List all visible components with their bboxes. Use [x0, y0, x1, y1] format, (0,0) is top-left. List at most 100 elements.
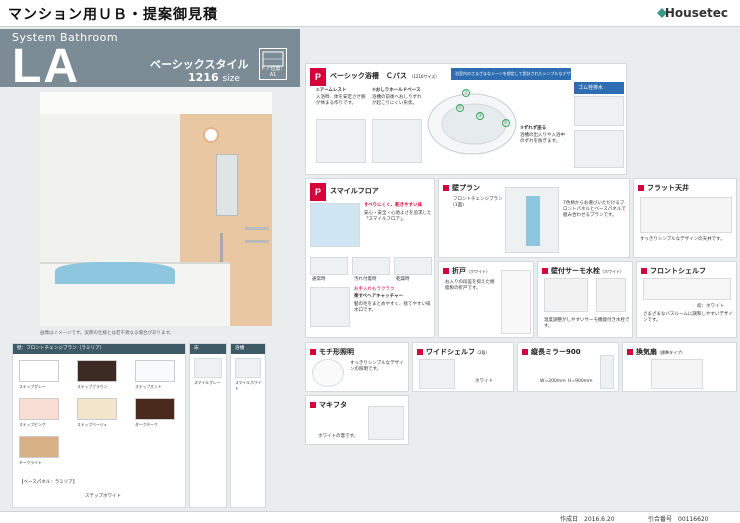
vent-title: 換気扇（標準タイプ）	[627, 347, 685, 357]
document-title: マンション用ＵＢ・提案御見積	[8, 7, 218, 23]
feature-faucet: 壁付サーモ水栓（ホワイト） 温度調整がしやすいサーモ機能付き水栓です。	[537, 261, 633, 338]
color-swatch	[77, 360, 117, 382]
floor-state3-image	[394, 257, 432, 275]
hair-catcher-text: 髪の毛をまとめやすく、捨てやすい排水口です。	[354, 302, 431, 314]
hold-base-image	[372, 119, 422, 163]
tub-title: ベーシック浴槽 Ｃバス （1216サイズ）	[330, 72, 440, 80]
feature-floor: P スマイルフロア すべりにくく、乾きやすい床 安心・安全・心地よさを追求した「…	[305, 178, 435, 338]
color-swatch	[19, 360, 59, 382]
color-swatch	[135, 398, 175, 420]
shelf-image	[643, 278, 731, 300]
ceiling-image	[640, 197, 732, 233]
feature-wide-shelf: ワイドシェルフ（2段） ホワイト	[412, 342, 514, 392]
ceiling-title: フラット天井	[638, 183, 689, 193]
vent-image	[651, 359, 703, 389]
color-swatch	[77, 398, 117, 420]
feature-ventilation: 換気扇（標準タイプ）	[622, 342, 737, 392]
floor-swatch	[194, 358, 222, 378]
floor-color-header: 床	[190, 344, 226, 354]
wall-color-header: 壁：フロントチェンジプラン（ラミリア）	[13, 344, 185, 354]
point-badge: P	[310, 183, 326, 201]
faucet-title: 壁付サーモ水栓（ホワイト）	[542, 266, 624, 276]
door-position-label: ドア位置：A1	[260, 66, 286, 78]
color-tub-panel: 浴槽 スマイルホワイト	[230, 343, 266, 508]
wide-shelf-title: ワイドシェルフ（2段）	[417, 347, 490, 357]
shower-head-image	[596, 278, 626, 312]
hair-catcher-image	[310, 287, 350, 327]
wide-shelf-color: ホワイト	[475, 379, 493, 384]
drain-label: ゴム栓排水	[574, 82, 624, 94]
point-badge: P	[310, 68, 326, 86]
color-floor-panel: 床 スマイルグレー	[189, 343, 227, 508]
feature-mirror: 縦長ミラー900 W=200mm H=900mm	[517, 342, 619, 392]
footer: 作成日 2016.6.20 引合番号 00116620	[0, 511, 740, 523]
light-title: モチ形照明	[310, 347, 354, 357]
lid-image	[368, 406, 404, 440]
color-wall-panel: 壁：フロントチェンジプラン（ラミリア） ステップグレー ステップブラウン ステップミ…	[12, 343, 186, 508]
door-image	[501, 270, 531, 334]
wall-plan-text: 7色柄からお選びいただけるフロントパネルとベースパネルで組み合わせるプランです。	[563, 201, 626, 219]
mirror-height: H=900mm	[568, 379, 593, 384]
tub-color-name: スマイルホワイト	[235, 380, 262, 391]
floor-state1-label: 通常時	[312, 277, 326, 282]
tub-point1-text: 入浴時、体を安定させ腕が休まる作りです。	[316, 95, 366, 107]
floor-state2-label: 汚れ付着時	[354, 277, 377, 282]
color-swatch-label: ステップピンク	[19, 422, 46, 427]
shelf-title: フロントシェルフ	[641, 266, 706, 276]
base-panel-color: ステップホワイト	[85, 494, 121, 499]
light-text: すっきりシンプルなデザインの照明です。	[350, 361, 404, 373]
creation-date: 作成日 2016.6.20	[560, 516, 615, 523]
drain-image	[574, 96, 624, 126]
quote-number: 引合番号 00116620	[648, 516, 709, 523]
color-swatch-label: ステップミント	[135, 384, 162, 389]
armrest-image	[316, 119, 366, 163]
drain-stopper-image	[574, 130, 624, 168]
ceiling-text: すっきりシンプルなデザインの天井です。	[640, 237, 725, 242]
shelf-text: さまざまなバスルームに調和しやすいデザインです。	[643, 312, 733, 324]
feature-door: 折戸（ホワイト） お入りの段差を抑えた樹脂製の折戸です。	[438, 261, 534, 338]
floor-text: 安心・安全・心地よさを追求した「スマイルフロア」。	[364, 211, 432, 223]
wide-shelf-image	[419, 359, 455, 389]
tub-point2-text: 浴槽の前後へおしりずれが起こりにくい形状。	[372, 95, 422, 107]
color-swatch-label: ダークチーク	[135, 422, 158, 427]
tub-color-header: 浴槽	[231, 344, 265, 354]
tub-swatch	[235, 358, 261, 378]
wall-plan-name: フロントチェンジプラン(1面)	[453, 197, 503, 209]
floor-state1-image	[310, 257, 348, 275]
base-panel-label: 【ベースパネル：ラミリア】	[19, 480, 78, 485]
color-swatch-label: ステップベージュ	[77, 422, 108, 427]
light-image	[312, 359, 344, 387]
tub-point3-title: ③ずれず座る	[520, 126, 547, 131]
door-title: 折戸（ホワイト）	[443, 266, 490, 276]
lid-text: ホワイトの蓋です。	[318, 434, 359, 439]
mirror-image	[600, 355, 614, 389]
feature-flat-ceiling: フラット天井 すっきりシンプルなデザインの天井です。	[633, 178, 737, 258]
tub-point3-text: 浴槽の出入りや入浴中のずれを防ぎます。	[520, 133, 565, 145]
mirror-shape	[216, 154, 238, 216]
floor-headline: すべりにくく、乾きやすい床	[364, 203, 423, 208]
color-swatch-label: チークライト	[19, 460, 42, 465]
wall-plan-diagram	[505, 187, 559, 253]
wall-title: 壁プラン	[443, 183, 480, 193]
style-name: ベーシックスタイル	[150, 58, 249, 71]
floor-color-name: スマイルグレー	[194, 380, 221, 385]
color-swatch-label: ステップブラウン	[77, 384, 108, 389]
tub-point2-title: ②おしりホールドベース	[372, 88, 421, 93]
feature-lid: マキフタ ホワイトの蓋です。	[305, 395, 409, 445]
feature-light: モチ形照明 すっきりシンプルなデザインの照明です。	[305, 342, 409, 392]
bathroom-photo	[40, 92, 272, 326]
style-size: 1216 size	[188, 71, 240, 84]
faucet-text: 温度調整がしやすいサーモ機能付き水栓です。	[544, 318, 630, 330]
color-swatch-label: ステップグレー	[19, 384, 46, 389]
floor-state3-label: 乾燥時	[396, 277, 410, 282]
door-text: お入りの段差を抑えた樹脂製の折戸です。	[445, 280, 495, 292]
feature-tub: P ベーシック浴槽 Ｃバス （1216サイズ） 浴室内のさまざまなシーンを想定し…	[305, 63, 627, 175]
feature-wall-plan: 壁プラン フロントチェンジプラン(1面) 7色柄からお選びいただけるフロントパネ…	[438, 178, 630, 258]
floor-state2-image	[352, 257, 390, 275]
shelf-color: 枠：ホワイト	[697, 304, 724, 309]
color-swatch	[19, 436, 59, 458]
tub-point1-title: ①アームレスト	[316, 88, 347, 93]
faucet-image	[544, 278, 588, 312]
top-header-bar: マンション用ＵＢ・提案御見積 Housetec	[0, 0, 740, 27]
brand-name: Housetec	[664, 6, 728, 20]
